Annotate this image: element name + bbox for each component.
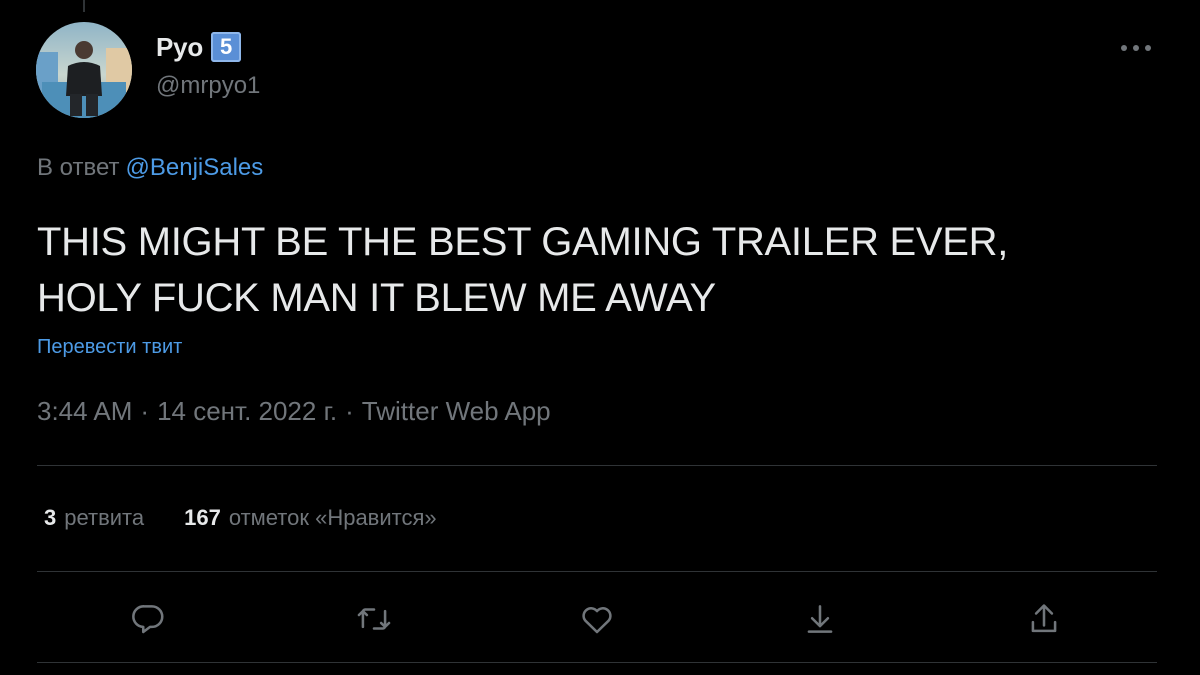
like-button[interactable] [574, 596, 620, 642]
share-button[interactable] [1021, 596, 1067, 642]
divider [37, 662, 1157, 663]
more-options-button[interactable] [1116, 34, 1156, 62]
retweet-button[interactable] [351, 596, 397, 642]
tweet-date-link[interactable]: 14 сент. 2022 г. [157, 396, 337, 426]
meta-separator: · [140, 396, 150, 426]
likes-label: отметок «Нравится» [228, 505, 437, 530]
retweets-stat[interactable]: 3 ретвита [44, 505, 144, 531]
likes-count: 167 [184, 505, 221, 530]
divider [37, 571, 1157, 572]
reply-prefix: В ответ [37, 154, 120, 181]
retweet-icon [357, 608, 391, 630]
reply-mention-link[interactable]: @BenjiSales [126, 154, 264, 181]
more-icon [1121, 45, 1151, 51]
avatar[interactable] [36, 22, 132, 118]
bookmark-icon [807, 605, 833, 633]
tweet-time-link[interactable]: 3:44 AM [37, 396, 132, 426]
tweet-meta: 3:44 AM · 14 сент. 2022 г. · Twitter Web App [37, 396, 551, 427]
bookmark-button[interactable] [797, 596, 843, 642]
divider [37, 465, 1157, 466]
like-icon [582, 607, 612, 634]
reply-button[interactable] [125, 596, 171, 642]
tweet-author: Pyo 5 @mrpyo1 [156, 30, 260, 100]
retweets-count: 3 [44, 505, 57, 530]
author-handle[interactable]: @mrpyo1 [156, 72, 260, 100]
translate-tweet-link[interactable]: Перевести твит [37, 336, 182, 359]
author-display-name[interactable]: Pyo [156, 32, 203, 63]
tweet-text-line: HOLY FUCK MAN IT BLEW ME AWAY [37, 276, 716, 320]
meta-separator: · [345, 396, 354, 426]
tweet-source-link[interactable]: Twitter Web App [362, 396, 551, 426]
author-badge: 5 [211, 32, 242, 62]
share-icon [1031, 604, 1057, 633]
likes-stat[interactable]: 167 отметок «Нравится» [184, 505, 437, 531]
retweets-label: ретвита [64, 505, 145, 530]
tweet-text: THIS MIGHT BE THE BEST GAMING TRAILER EV… [37, 214, 1157, 326]
tweet-text-line: THIS MIGHT BE THE BEST GAMING TRAILER EV… [37, 220, 1009, 264]
tweet-detail: Pyo 5 @mrpyo1 В ответ @BenjiSales THIS MI… [0, 0, 1200, 675]
thread-connector-line [83, 0, 85, 12]
reply-icon [132, 605, 164, 634]
reply-context: В ответ @BenjiSales [37, 154, 263, 182]
tweet-actions [0, 596, 1200, 642]
tweet-stats: 3 ретвита 167 отметок «Нравится» [44, 505, 437, 531]
